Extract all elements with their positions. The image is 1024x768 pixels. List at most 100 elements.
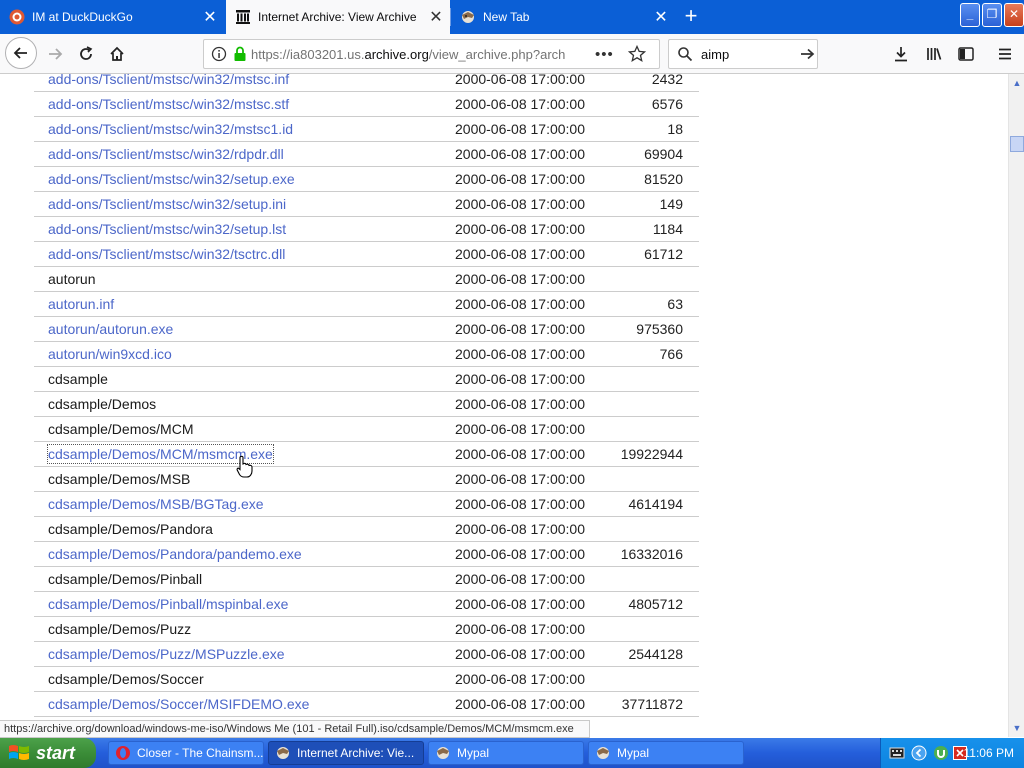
- table-row: add-ons/Tsclient/mstsc/win32/mstsc.inf 20…: [34, 74, 699, 92]
- close-icon[interactable]: ✕: [647, 7, 675, 27]
- file-link[interactable]: cdsample/Demos/MSB/BGTag.exe: [48, 492, 264, 516]
- file-link[interactable]: add-ons/Tsclient/mstsc/win32/setup.ini: [48, 192, 286, 216]
- table-row: add-ons/Tsclient/mstsc/win32/setup.lst 20…: [34, 217, 699, 242]
- file-date: 2000-06-08 17:00:00: [455, 646, 585, 662]
- home-button[interactable]: [102, 39, 132, 69]
- scroll-up-arrow[interactable]: ▲: [1010, 76, 1024, 90]
- file-date: 2000-06-08 17:00:00: [455, 696, 585, 712]
- library-icon: [927, 48, 942, 60]
- vertical-scrollbar[interactable]: ▲ ▼: [1008, 74, 1024, 737]
- keyboard-icon[interactable]: [889, 746, 905, 760]
- file-date: 2000-06-08 17:00:00: [455, 396, 585, 412]
- file-size: 4805712: [628, 596, 683, 612]
- taskbar-item-firefox[interactable]: Internet Archive: Vie...: [268, 741, 424, 765]
- page-actions-icon[interactable]: •••: [595, 46, 614, 63]
- windows-flag-icon: [9, 745, 29, 760]
- close-icon[interactable]: ✕: [196, 7, 224, 27]
- table-row: autorun/win9xcd.ico 2000-06-08 17:00:00 76…: [34, 342, 699, 367]
- file-size: 19922944: [620, 446, 683, 462]
- start-button[interactable]: start: [0, 738, 96, 768]
- sidebar-button[interactable]: [951, 39, 981, 69]
- folder-name: cdsample/Demos/Puzz: [48, 621, 192, 637]
- archive-icon: [236, 10, 250, 24]
- clock: 11:06 PM: [963, 746, 1014, 760]
- hand-cursor-icon: [236, 455, 253, 478]
- utorrent-icon[interactable]: [933, 745, 949, 761]
- scroll-down-arrow[interactable]: ▼: [1010, 721, 1024, 735]
- reload-button[interactable]: [71, 39, 101, 69]
- folder-name: cdsample/Demos: [48, 396, 157, 412]
- file-link[interactable]: add-ons/Tsclient/mstsc/win32/mstsc.stf: [48, 92, 289, 116]
- file-link[interactable]: add-ons/Tsclient/mstsc/win32/rdpdr.dll: [48, 142, 284, 166]
- url-text[interactable]: https://ia803201.us.archive.org/view_arc…: [251, 47, 569, 62]
- tab-new-tab[interactable]: New Tab ✕: [451, 0, 675, 34]
- file-link[interactable]: cdsample/Demos/Puzz/MSPuzzle.exe: [48, 642, 285, 666]
- start-label: start: [36, 742, 76, 763]
- library-button[interactable]: [919, 39, 949, 69]
- file-size: 81520: [644, 171, 683, 187]
- info-icon[interactable]: [211, 46, 227, 62]
- file-link[interactable]: autorun/win9xcd.ico: [48, 342, 172, 366]
- file-date: 2000-06-08 17:00:00: [455, 196, 585, 212]
- lock-icon[interactable]: [233, 46, 247, 62]
- folder-name: cdsample/Demos/MSB: [48, 471, 191, 487]
- downloads-button[interactable]: [886, 39, 916, 69]
- taskbar-item-mypal-2[interactable]: Mypal: [588, 741, 744, 765]
- system-tray: 11:06 PM: [880, 738, 1024, 768]
- file-link[interactable]: cdsample/Demos/Soccer/MSIFDEMO.exe: [48, 692, 309, 716]
- file-date: 2000-06-08 17:00:00: [455, 371, 585, 387]
- close-icon[interactable]: ✕: [422, 7, 450, 27]
- file-date: 2000-06-08 17:00:00: [455, 621, 585, 637]
- tab-title: IM at DuckDuckGo: [32, 10, 133, 24]
- file-date: 2000-06-08 17:00:00: [455, 421, 585, 437]
- url-prefix: https://ia803201.us.: [251, 46, 365, 62]
- taskbar-item-mypal-1[interactable]: Mypal: [428, 741, 584, 765]
- forward-button[interactable]: [40, 39, 70, 69]
- back-button[interactable]: [5, 37, 37, 69]
- minimize-button[interactable]: _: [960, 3, 980, 27]
- file-link[interactable]: autorun.inf: [48, 292, 114, 316]
- file-link[interactable]: add-ons/Tsclient/mstsc/win32/setup.exe: [48, 167, 295, 191]
- file-size: 6576: [651, 96, 683, 112]
- table-row: cdsample/Demos/Puzz/MSPuzzle.exe 2000-06-…: [34, 642, 699, 667]
- file-date: 2000-06-08 17:00:00: [455, 496, 585, 512]
- close-window-button[interactable]: ✕: [1004, 3, 1024, 27]
- file-link[interactable]: add-ons/Tsclient/mstsc/win32/mstsc1.id: [48, 117, 293, 141]
- mypal-icon: [597, 747, 609, 759]
- new-tab-button[interactable]: +: [676, 0, 706, 34]
- firefox-icon: [277, 747, 289, 759]
- file-size: 2432: [651, 74, 683, 87]
- taskbar-item-opera[interactable]: Closer - The Chainsm...: [108, 741, 264, 765]
- table-row: autorun/autorun.exe 2000-06-08 17:00:00 97…: [34, 317, 699, 342]
- tab-title: New Tab: [483, 10, 530, 24]
- table-row: add-ons/Tsclient/mstsc/win32/mstsc.stf 20…: [34, 92, 699, 117]
- tab-duckduckgo[interactable]: IM at DuckDuckGo ✕: [0, 0, 224, 34]
- chevron-left-icon[interactable]: [911, 745, 927, 761]
- file-size: 69904: [644, 146, 683, 162]
- file-link[interactable]: add-ons/Tsclient/mstsc/win32/mstsc.inf: [48, 74, 289, 91]
- menu-button[interactable]: [990, 39, 1020, 69]
- url-domain: archive.org: [364, 46, 429, 62]
- file-date: 2000-06-08 17:00:00: [455, 121, 585, 137]
- table-row: cdsample/Demos/Pandora/pandemo.exe 2000-0…: [34, 542, 699, 567]
- file-link[interactable]: add-ons/Tsclient/mstsc/win32/tsctrc.dll: [48, 242, 285, 266]
- scroll-thumb[interactable]: [1010, 136, 1024, 152]
- file-size: 975360: [636, 321, 683, 337]
- table-row: cdsample/Demos 2000-06-08 17:00:00: [34, 392, 699, 417]
- search-bar[interactable]: aimp: [668, 39, 818, 69]
- url-bar[interactable]: https://ia803201.us.archive.org/view_arc…: [203, 39, 660, 69]
- search-go-icon[interactable]: [799, 46, 815, 62]
- table-row: cdsample/Demos/Pinball 2000-06-08 17:00:0…: [34, 567, 699, 592]
- opera-icon: [116, 746, 130, 760]
- file-size: 1184: [652, 221, 683, 237]
- file-link[interactable]: add-ons/Tsclient/mstsc/win32/setup.lst: [48, 217, 286, 241]
- restore-button[interactable]: ❐: [982, 3, 1002, 27]
- file-link[interactable]: autorun/autorun.exe: [48, 317, 173, 341]
- bookmark-star-icon[interactable]: [627, 45, 646, 63]
- file-size: 18: [667, 121, 683, 137]
- table-row: cdsample/Demos/Pandora 2000-06-08 17:00:0…: [34, 517, 699, 542]
- file-link[interactable]: cdsample/Demos/Pandora/pandemo.exe: [48, 542, 302, 566]
- tab-internet-archive[interactable]: Internet Archive: View Archive ✕: [226, 0, 450, 34]
- table-row: autorun 2000-06-08 17:00:00: [34, 267, 699, 292]
- file-link[interactable]: cdsample/Demos/Pinball/mspinbal.exe: [48, 592, 288, 616]
